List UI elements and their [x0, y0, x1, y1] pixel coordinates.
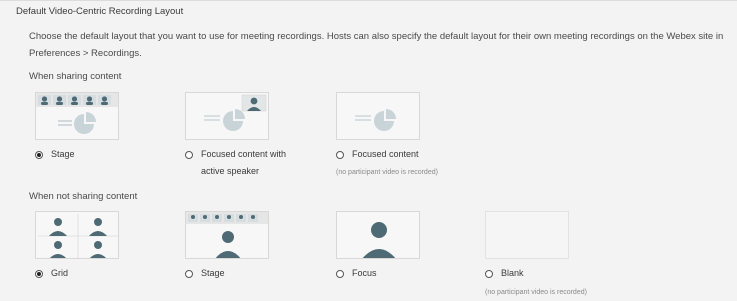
radio-option-not-sharing-stage[interactable]: Stage	[185, 265, 225, 282]
no-video-note: (no participant video is recorded)	[336, 169, 438, 176]
thumb-sharing-focused-speaker[interactable]	[185, 92, 269, 140]
section-title: Default Video-Centric Recording Layout	[16, 6, 184, 17]
radio-option-not-sharing-grid[interactable]: Grid	[35, 265, 68, 282]
radio-option-sharing-stage[interactable]: Stage	[35, 146, 75, 163]
option-label: Focus	[352, 268, 377, 278]
thumb-sharing-stage[interactable]	[35, 92, 119, 140]
radio-button[interactable]	[35, 151, 43, 159]
option-label: Grid	[51, 268, 69, 278]
option-label: Focused content	[352, 149, 419, 159]
thumb-not-sharing-stage[interactable]	[185, 211, 269, 259]
radio-option-sharing-focused-content[interactable]: Focused content	[336, 146, 419, 163]
radio-button[interactable]	[336, 151, 344, 159]
option-label: Stage	[201, 268, 225, 278]
layout-description: Choose the default layout that you want …	[29, 31, 724, 59]
thumb-not-sharing-focus[interactable]	[336, 211, 420, 259]
not-sharing-group-label: When not sharing content	[29, 191, 138, 202]
thumb-sharing-focused-content[interactable]	[336, 92, 420, 140]
option-label: Focused content with active speaker	[201, 149, 287, 176]
no-video-note: (no participant video is recorded)	[485, 289, 587, 296]
radio-button[interactable]	[35, 270, 43, 278]
radio-button[interactable]	[485, 270, 493, 278]
participant-strip-icon	[38, 95, 111, 105]
option-label: Blank	[501, 268, 524, 278]
sharing-group-label: When sharing content	[29, 71, 122, 82]
radio-option-not-sharing-focus[interactable]: Focus	[336, 265, 377, 282]
thumb-not-sharing-blank[interactable]	[485, 211, 569, 259]
radio-button[interactable]	[336, 270, 344, 278]
radio-option-not-sharing-blank[interactable]: Blank	[485, 265, 524, 282]
radio-button[interactable]	[185, 151, 193, 159]
radio-option-sharing-focused-speaker[interactable]: Focused content with active speaker	[185, 146, 286, 180]
radio-button[interactable]	[185, 270, 193, 278]
thumb-not-sharing-grid[interactable]	[35, 211, 119, 259]
option-label: Stage	[51, 149, 75, 159]
